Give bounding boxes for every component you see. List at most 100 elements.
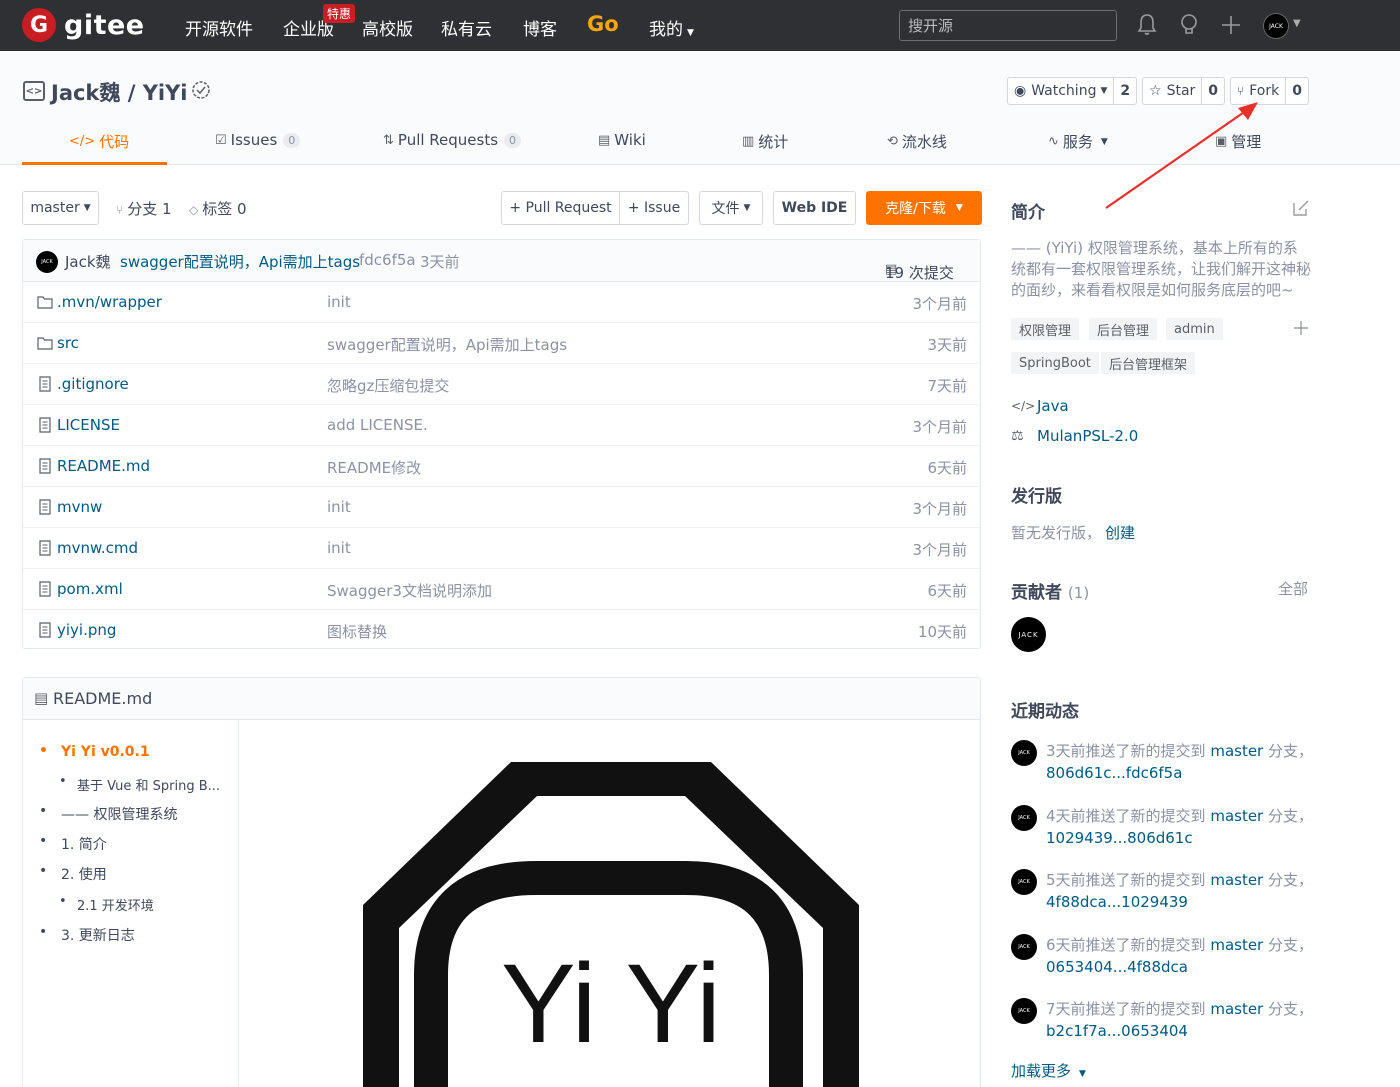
- activity-branch-link[interactable]: master: [1210, 1000, 1263, 1018]
- file-commit-message[interactable]: 图标替换: [327, 621, 387, 642]
- edit-icon[interactable]: [1292, 199, 1310, 217]
- commit-message[interactable]: swagger配置说明，Api需加上tags: [120, 251, 360, 272]
- table-row[interactable]: .mvn/wrapper init 3个月前: [23, 282, 980, 323]
- new-issue-button[interactable]: + Issue: [619, 191, 689, 225]
- table-row[interactable]: yiyi.png 图标替换 10天前: [23, 610, 980, 651]
- tab-issues[interactable]: ☑ Issues 0: [215, 131, 301, 149]
- file-commit-message[interactable]: init: [327, 539, 351, 557]
- branches-link[interactable]: ⑂ 分支 1: [116, 198, 172, 219]
- gitee-logo[interactable]: G gitee: [22, 8, 145, 42]
- file-menu-button[interactable]: 文件 ▼: [699, 191, 763, 225]
- tab-services[interactable]: ∿ 服务 ▼: [1048, 131, 1108, 152]
- commit-hash[interactable]: fdc6f5a: [359, 251, 416, 269]
- file-commit-message[interactable]: init: [327, 498, 351, 516]
- web-ide-button[interactable]: Web IDE: [773, 191, 856, 225]
- create-release-link[interactable]: 创建: [1105, 522, 1135, 543]
- table-row[interactable]: mvnw init 3个月前: [23, 487, 980, 528]
- file-name[interactable]: README.md: [57, 457, 150, 475]
- branch-select[interactable]: master ▼: [22, 191, 99, 225]
- file-commit-message[interactable]: swagger配置说明，Api需加上tags: [327, 334, 567, 355]
- user-avatar[interactable]: JACK: [1263, 13, 1289, 39]
- file-name[interactable]: pom.xml: [57, 580, 123, 598]
- lightbulb-icon[interactable]: [1177, 12, 1201, 38]
- toc-item[interactable]: 2. 使用: [39, 863, 107, 884]
- readme-toc: Yi Yi v0.0.1 基于 Vue 和 Spring B... —— 权限管…: [23, 720, 239, 1087]
- activity-commit-range-link[interactable]: b2c1f7a...0653404: [1046, 1022, 1188, 1040]
- avatar[interactable]: JACK: [1011, 869, 1037, 895]
- activity-commit-range-link[interactable]: 806d61c...fdc6f5a: [1046, 764, 1182, 782]
- table-row[interactable]: mvnw.cmd init 3个月前: [23, 528, 980, 569]
- topic-tag[interactable]: admin: [1166, 318, 1223, 340]
- contributors-all-link[interactable]: 全部: [1278, 578, 1308, 599]
- file-name[interactable]: LICENSE: [57, 416, 120, 434]
- tab-stats[interactable]: ▥ 统计: [742, 131, 788, 152]
- bell-icon[interactable]: [1135, 12, 1159, 38]
- file-name[interactable]: src: [57, 334, 79, 352]
- file-commit-message[interactable]: init: [327, 293, 351, 311]
- nav-go[interactable]: Go: [587, 12, 619, 36]
- toc-item[interactable]: —— 权限管理系统: [39, 803, 178, 824]
- file-name[interactable]: mvnw: [57, 498, 102, 516]
- topic-tag[interactable]: 权限管理: [1011, 318, 1080, 340]
- recommend-badge-icon[interactable]: [190, 79, 212, 103]
- fork-count[interactable]: 0: [1285, 78, 1308, 104]
- add-tag-icon[interactable]: [1293, 320, 1309, 336]
- avatar[interactable]: JACK: [1011, 804, 1037, 831]
- toc-item[interactable]: 2.1 开发环境: [59, 894, 154, 914]
- nav-private-cloud[interactable]: 私有云: [441, 15, 492, 40]
- file-name[interactable]: mvnw.cmd: [57, 539, 138, 557]
- new-pull-request-button[interactable]: + Pull Request: [501, 191, 620, 225]
- load-more-link[interactable]: 加载更多 ▼: [1011, 1060, 1086, 1081]
- avatar[interactable]: JACK: [36, 251, 58, 273]
- activity-commit-range-link[interactable]: 4f88dca...1029439: [1046, 893, 1188, 911]
- table-row[interactable]: src swagger配置说明，Api需加上tags 3天前: [23, 323, 980, 364]
- contributor-avatar[interactable]: JACK: [1011, 617, 1046, 652]
- file-name[interactable]: .gitignore: [57, 375, 129, 393]
- tags-link[interactable]: ◇ 标签 0: [189, 198, 247, 219]
- toc-item[interactable]: 3. 更新日志: [39, 924, 135, 945]
- license-row[interactable]: ⚖ MulanPSL-2.0: [1011, 427, 1138, 445]
- tab-pipeline[interactable]: ⟲ 流水线: [887, 131, 947, 152]
- activity-branch-link[interactable]: master: [1210, 742, 1263, 760]
- clone-download-button[interactable]: 克隆/下载 ▼: [866, 191, 982, 225]
- tab-code[interactable]: </> 代码: [69, 131, 129, 152]
- topic-tag[interactable]: 后台管理框架: [1101, 352, 1196, 374]
- toc-item[interactable]: 1. 简介: [39, 833, 107, 854]
- table-row[interactable]: LICENSE add LICENSE. 3个月前: [23, 405, 980, 446]
- search-input[interactable]: [899, 10, 1117, 41]
- language-row[interactable]: </> Java: [1011, 397, 1069, 415]
- activity-commit-range-link[interactable]: 1029439...806d61c: [1046, 829, 1193, 847]
- file-commit-message[interactable]: Swagger3文档说明添加: [327, 580, 492, 601]
- tab-wiki[interactable]: ▤ Wiki: [598, 131, 646, 149]
- plus-icon[interactable]: [1219, 12, 1243, 38]
- avatar[interactable]: JACK: [1011, 933, 1037, 960]
- file-commit-message[interactable]: README修改: [327, 457, 421, 478]
- file-commit-message[interactable]: add LICENSE.: [327, 416, 428, 434]
- activity-commit-range-link[interactable]: 0653404...4f88dca: [1046, 958, 1188, 976]
- topic-tag[interactable]: 后台管理: [1089, 318, 1158, 340]
- nav-open-source[interactable]: 开源软件: [185, 15, 253, 40]
- activity-branch-link[interactable]: master: [1210, 807, 1263, 825]
- topic-tag[interactable]: SpringBoot: [1011, 352, 1099, 374]
- toc-item[interactable]: Yi Yi v0.0.1: [39, 743, 150, 760]
- avatar[interactable]: JACK: [1011, 998, 1037, 1024]
- chevron-down-icon[interactable]: ▼: [1293, 18, 1301, 29]
- activity-branch-link[interactable]: master: [1210, 871, 1263, 889]
- avatar[interactable]: JACK: [1011, 740, 1037, 766]
- file-name[interactable]: yiyi.png: [57, 621, 116, 639]
- file-commit-message[interactable]: 忽略gz压缩包提交: [327, 375, 449, 396]
- repo-title[interactable]: Jack魏 / YiYi: [51, 77, 188, 107]
- toc-item[interactable]: 基于 Vue 和 Spring B...: [59, 774, 220, 794]
- activity-branch-link[interactable]: master: [1210, 936, 1263, 954]
- table-row[interactable]: README.md README修改 6天前: [23, 446, 980, 487]
- table-row[interactable]: .gitignore 忽略gz压缩包提交 7天前: [23, 364, 980, 405]
- file-name[interactable]: .mvn/wrapper: [57, 293, 162, 311]
- commit-author[interactable]: Jack魏: [65, 251, 111, 272]
- table-row[interactable]: pom.xml Swagger3文档说明添加 6天前: [23, 569, 980, 610]
- contributors-label: 贡献者: [1011, 583, 1062, 603]
- tab-pull-requests[interactable]: ⇅ Pull Requests 0: [383, 131, 522, 149]
- activity-text: 4天前推送了新的提交到 master 分支， 1029439...806d61c: [1046, 805, 1316, 849]
- nav-university[interactable]: 高校版: [362, 15, 413, 40]
- nav-blog[interactable]: 博客: [523, 15, 557, 40]
- nav-mine[interactable]: 我的 ▼: [649, 15, 694, 40]
